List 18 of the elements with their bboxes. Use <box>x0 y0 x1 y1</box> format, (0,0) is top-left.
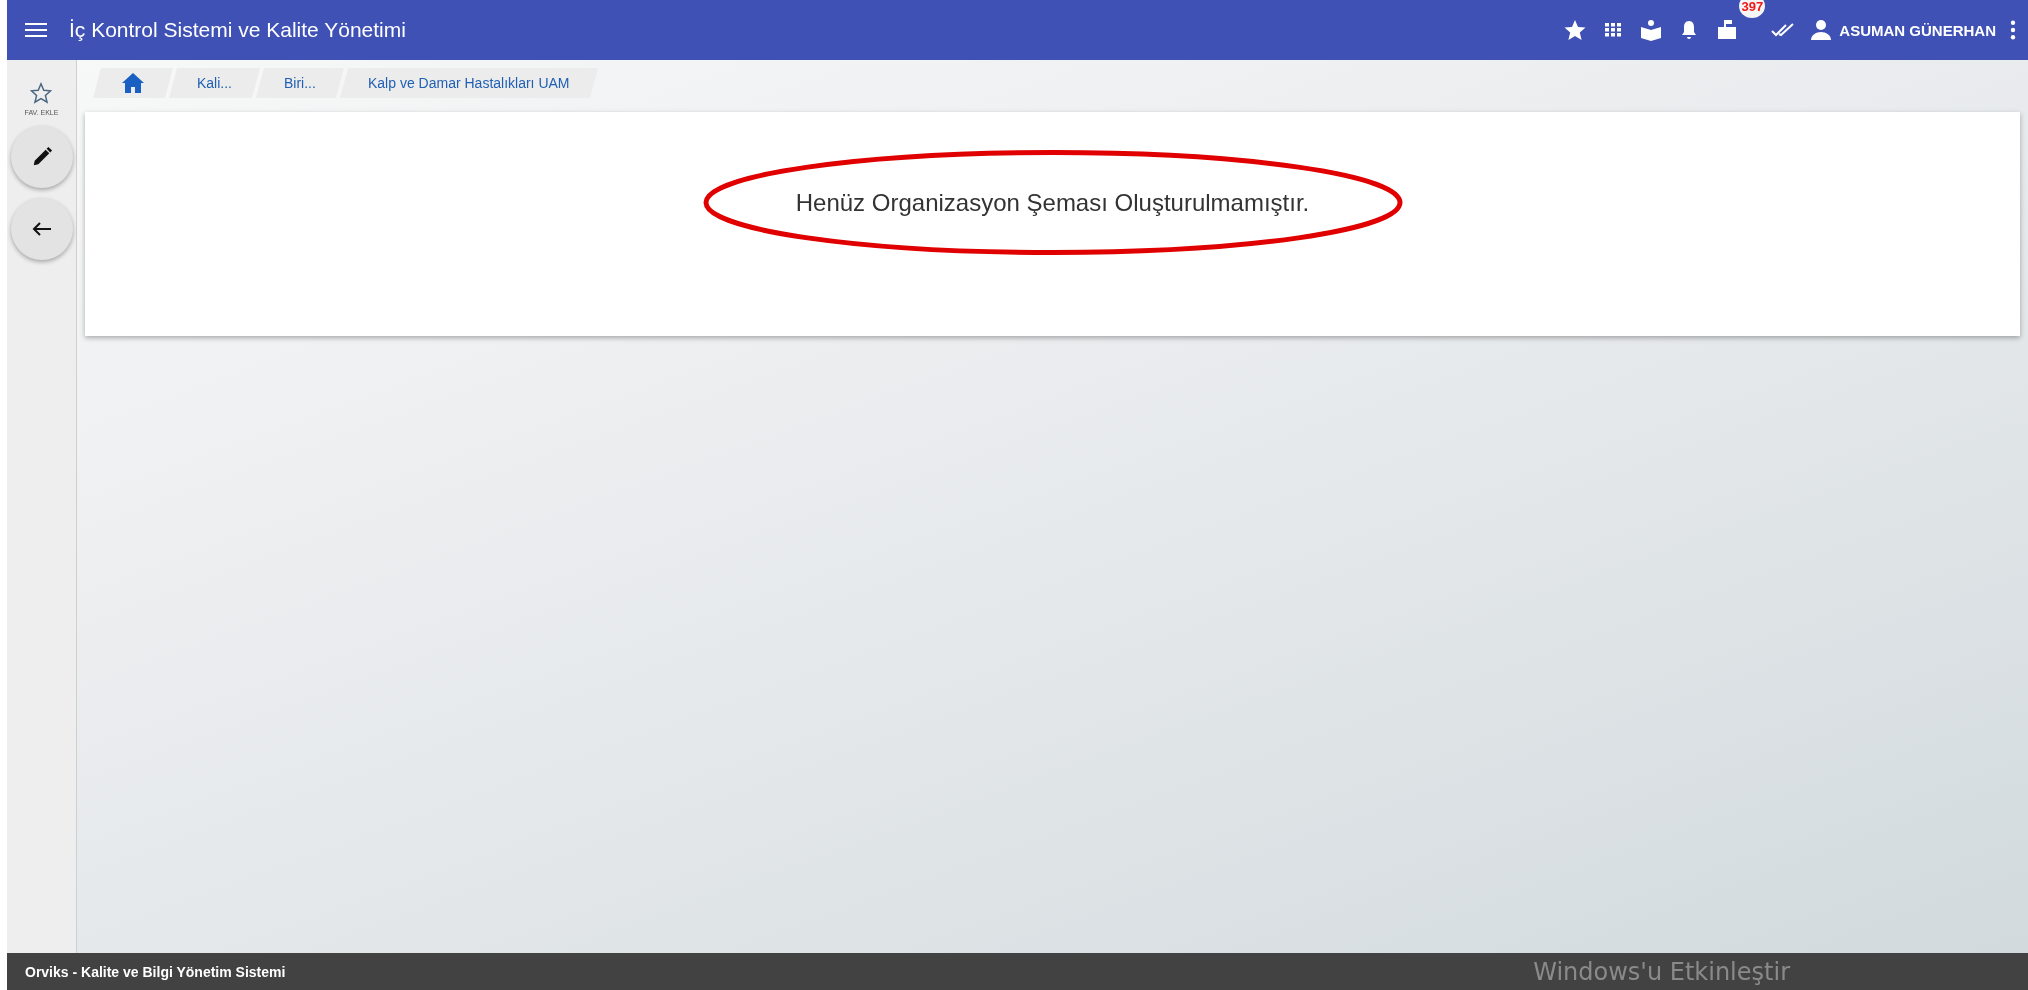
back-arrow-icon <box>31 221 52 237</box>
breadcrumb-item[interactable]: Kalp ve Damar Hastalıkları UAM <box>339 68 598 98</box>
book-reader-icon[interactable] <box>1639 18 1664 42</box>
user-name[interactable]: ASUMAN GÜNERHAN <box>1839 21 1996 39</box>
footer-text: Orviks - Kalite ve Bilgi Yönetim Sistemi <box>25 963 286 980</box>
breadcrumb-item[interactable]: Kali... <box>169 68 261 98</box>
breadcrumb-item[interactable]: Biri... <box>256 68 344 98</box>
activation-notice: Windows'u Etkinleştir <box>1533 957 1790 986</box>
menu-icon[interactable] <box>25 22 47 38</box>
app-title: İç Kontrol Sistemi ve Kalite Yönetimi <box>69 18 406 42</box>
home-breadcrumb[interactable] <box>93 68 173 98</box>
empty-state-message: Henüz Organizasyon Şeması Oluşturulmamıştır. <box>795 188 1310 217</box>
star-icon[interactable] <box>30 82 53 104</box>
notification-badge: 397 <box>1739 0 1766 18</box>
edit-button[interactable] <box>10 126 73 188</box>
home-icon <box>121 72 145 94</box>
more-options-icon[interactable] <box>2010 20 2016 40</box>
user-icon[interactable] <box>1809 18 1834 42</box>
